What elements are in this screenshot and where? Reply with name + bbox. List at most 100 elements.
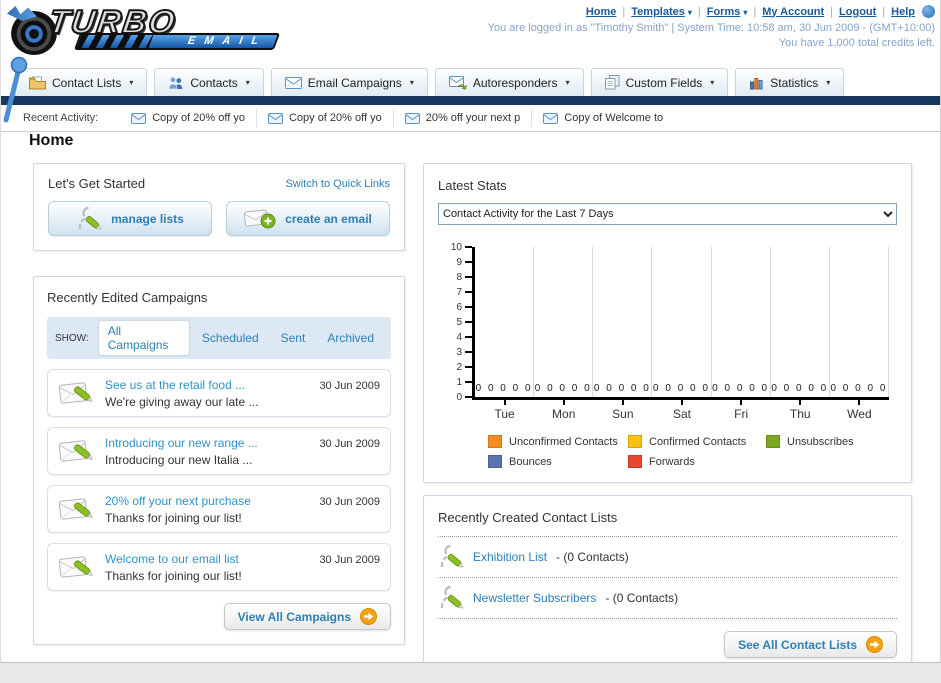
x-tick-mark bbox=[562, 400, 565, 405]
legend-label: Unconfirmed Contacts bbox=[509, 435, 618, 448]
chart-column: 0 0 0 0 0 bbox=[771, 247, 830, 397]
tab-label: Custom Fields bbox=[625, 75, 703, 90]
x-label-text: Fri bbox=[734, 407, 749, 421]
see-all-contact-lists-button[interactable]: See All Contact Lists bbox=[724, 631, 897, 658]
tab-label: Email Campaigns bbox=[307, 75, 402, 90]
campaign-body: See us at the retail food ... 30 Jun 2009… bbox=[105, 378, 380, 409]
x-axis-label: Fri bbox=[712, 400, 771, 421]
campaign-body: Welcome to our email list 30 Jun 2009 Than… bbox=[105, 552, 380, 583]
x-label-text: Sat bbox=[672, 407, 691, 421]
zero-value-labels: 0 0 0 0 0 bbox=[475, 383, 533, 394]
show-tabs: All Campaigns Scheduled Sent Archived bbox=[98, 321, 383, 355]
bar-chart-icon bbox=[749, 76, 764, 90]
zero-value-labels: 0 0 0 0 0 bbox=[534, 383, 592, 394]
show-tab-all-campaigns[interactable]: All Campaigns bbox=[98, 321, 189, 355]
y-tick-label: 9 bbox=[456, 257, 462, 268]
folder-icon bbox=[29, 76, 46, 90]
campaigns-title: Recently Edited Campaigns bbox=[47, 290, 208, 305]
contact-list-item[interactable]: Exhibition List - (0 Contacts) bbox=[438, 537, 897, 578]
top-link-forms[interactable]: Forms ▾ bbox=[707, 6, 748, 18]
contact-list-link[interactable]: Newsletter Subscribers bbox=[473, 591, 596, 605]
x-axis-label: Thu bbox=[771, 400, 830, 421]
envelope-plus-icon bbox=[244, 208, 276, 230]
campaign-card[interactable]: 20% off your next purchase 30 Jun 2009 Tha… bbox=[47, 485, 391, 533]
show-tab-sent[interactable]: Sent bbox=[272, 328, 315, 348]
show-tab-scheduled[interactable]: Scheduled bbox=[193, 328, 268, 348]
manage-lists-label: manage lists bbox=[111, 211, 184, 226]
manage-lists-button[interactable]: manage lists bbox=[48, 201, 212, 236]
x-tick-mark bbox=[680, 400, 683, 405]
envelope-pencil-icon bbox=[58, 493, 96, 525]
tab-autoresponders[interactable]: Autoresponders ▾ bbox=[434, 68, 584, 96]
y-tick-mark bbox=[465, 366, 472, 368]
envelope-pencil-icon bbox=[58, 551, 96, 583]
y-tick-mark bbox=[465, 261, 472, 263]
x-label-text: Mon bbox=[552, 407, 576, 421]
campaign-title-link[interactable]: 20% off your next purchase bbox=[105, 494, 251, 508]
legend-swatch bbox=[628, 455, 642, 468]
logo-subtitle: EMAIL bbox=[185, 35, 270, 47]
top-link-logout[interactable]: Logout bbox=[839, 6, 876, 18]
stats-select[interactable]: Contact Activity for the Last 7 Days bbox=[438, 203, 897, 225]
recent-activity-item[interactable]: Copy of 20% off yo bbox=[120, 109, 256, 127]
campaign-title-link[interactable]: Introducing our new range ... bbox=[105, 436, 258, 450]
show-tab-archived[interactable]: Archived bbox=[318, 328, 383, 348]
tab-email-campaigns[interactable]: Email Campaigns ▾ bbox=[270, 68, 428, 96]
top-links: Home | Templates ▾ | Forms ▾ | My Account | Logout… bbox=[488, 5, 935, 18]
main-nav: Contact Lists ▾ Contacts ▾ Email Campaigns ▾ A… bbox=[15, 68, 845, 96]
recent-activity-bar: Recent Activity: Copy of 20% off yo Copy … bbox=[1, 105, 940, 132]
separator: | bbox=[830, 5, 834, 18]
chart-legend: Unconfirmed Contacts Confirmed Contacts Un… bbox=[488, 435, 897, 468]
tab-custom-fields[interactable]: Custom Fields ▾ bbox=[590, 68, 729, 96]
campaign-subtitle: Thanks for joining our list! bbox=[105, 510, 242, 525]
activity-item-label: Copy of Welcome to bbox=[564, 112, 664, 124]
latest-stats-panel: Latest Stats Contact Activity for the La… bbox=[423, 163, 912, 483]
x-axis-label: Mon bbox=[534, 400, 593, 421]
recent-activity-item[interactable]: 20% off your next p bbox=[392, 109, 532, 127]
tab-contact-lists[interactable]: Contact Lists ▾ bbox=[15, 68, 148, 96]
campaign-card[interactable]: See us at the retail food ... 30 Jun 2009… bbox=[47, 369, 391, 417]
top-link-templates[interactable]: Templates ▾ bbox=[631, 6, 692, 18]
separator: | bbox=[882, 5, 886, 18]
recent-activity-label: Recent Activity: bbox=[23, 112, 99, 124]
help-bubble-icon[interactable] bbox=[922, 5, 935, 18]
top-link-my-account[interactable]: My Account bbox=[762, 6, 824, 18]
x-axis-label: Sun bbox=[593, 400, 652, 421]
credits-info: You have 1,000 total credits left. bbox=[778, 37, 935, 49]
y-tick-label: 7 bbox=[456, 287, 462, 298]
campaign-card[interactable]: Welcome to our email list 30 Jun 2009 Than… bbox=[47, 543, 391, 591]
legend-item: Bounces bbox=[488, 455, 610, 468]
recent-activity-item[interactable]: Copy of Welcome to bbox=[531, 109, 674, 127]
envelope-pencil-icon bbox=[58, 435, 96, 467]
legend-item: Forwards bbox=[628, 455, 748, 468]
campaign-title-link[interactable]: Welcome to our email list bbox=[105, 552, 239, 566]
y-tick-mark bbox=[465, 246, 472, 248]
legend-swatch bbox=[488, 455, 502, 468]
create-email-button[interactable]: create an email bbox=[226, 201, 390, 236]
tab-contacts[interactable]: Contacts ▾ bbox=[154, 68, 264, 96]
activity-item-label: Copy of 20% off yo bbox=[152, 112, 245, 124]
switch-quick-links-link[interactable]: Switch to Quick Links bbox=[285, 178, 390, 190]
contact-list-link[interactable]: Exhibition List bbox=[473, 550, 547, 564]
legend-label: Bounces bbox=[509, 455, 552, 468]
contact-lists-title: Recently Created Contact Lists bbox=[438, 510, 618, 525]
top-link-help[interactable]: Help bbox=[891, 6, 915, 18]
top-link-home[interactable]: Home bbox=[586, 6, 617, 18]
chart-column: 0 0 0 0 0 bbox=[593, 247, 653, 397]
app-window: TURBO EMAIL Home | Templates ▾ | Forms ▾ | My Ac… bbox=[0, 0, 941, 663]
campaign-title-link[interactable]: See us at the retail food ... bbox=[105, 378, 245, 392]
y-tick-mark bbox=[465, 396, 472, 398]
app-logo[interactable]: TURBO EMAIL bbox=[11, 2, 281, 61]
tab-statistics[interactable]: Statistics ▾ bbox=[735, 68, 845, 96]
page-title: Home bbox=[29, 132, 74, 149]
contact-count: - (0 Contacts) bbox=[605, 591, 679, 605]
campaign-card[interactable]: Introducing our new range ... 30 Jun 2009… bbox=[47, 427, 391, 475]
tab-label: Statistics bbox=[770, 75, 819, 90]
recent-activity-item[interactable]: Copy of 20% off yo bbox=[255, 109, 393, 127]
chevron-down-icon: ▾ bbox=[245, 78, 250, 87]
view-all-campaigns-button[interactable]: View All Campaigns bbox=[223, 603, 391, 630]
chart-plot: 0 0 0 0 00 0 0 0 00 0 0 0 00 0 0 0 00 0 … bbox=[472, 247, 889, 400]
contact-list-item[interactable]: Newsletter Subscribers - (0 Contacts) bbox=[438, 578, 897, 619]
legend-item: Confirmed Contacts bbox=[628, 435, 748, 448]
y-tick-mark bbox=[465, 306, 472, 308]
